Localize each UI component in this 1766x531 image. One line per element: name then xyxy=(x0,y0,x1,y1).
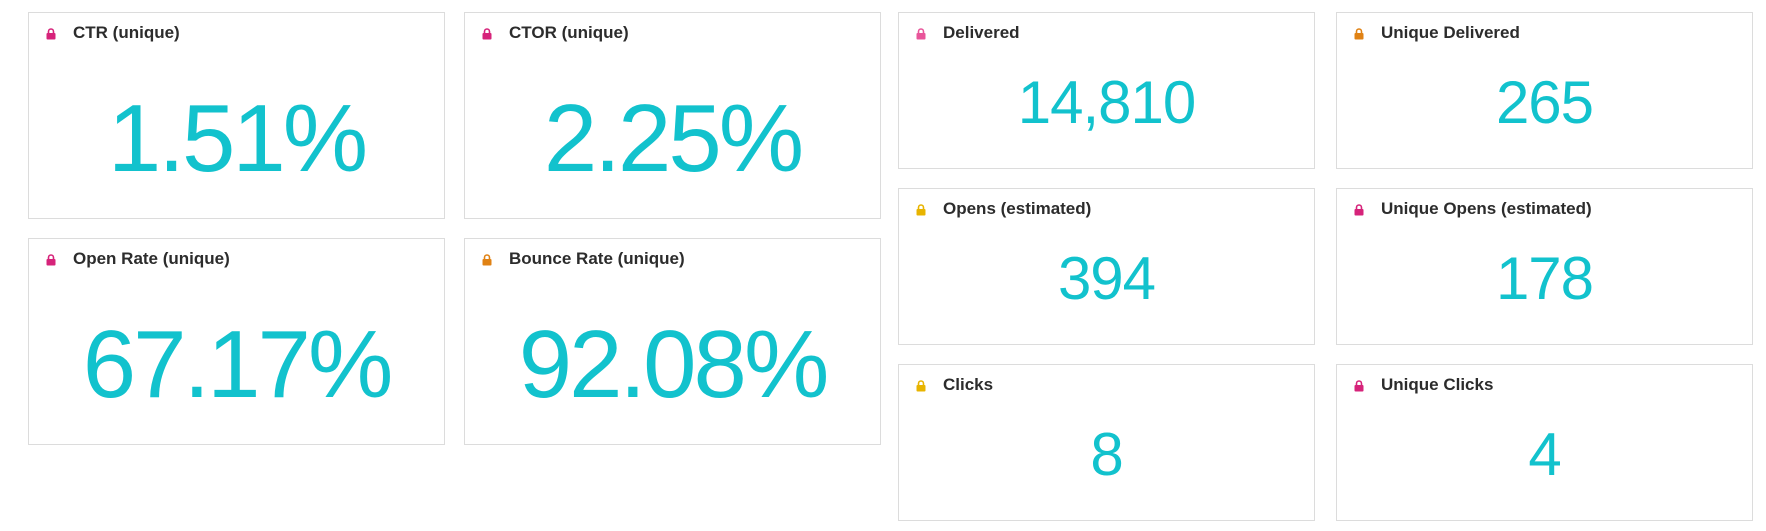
card-title: Bounce Rate (unique) xyxy=(509,249,685,268)
card-title: Opens (estimated) xyxy=(943,199,1092,218)
lock-icon xyxy=(1354,380,1364,392)
card-title: Unique Opens (estimated) xyxy=(1381,199,1592,218)
lock-icon xyxy=(916,380,926,392)
metric-card-unique-clicks[interactable]: Unique Clicks 4 xyxy=(1336,364,1753,521)
metric-value: 8 xyxy=(1090,421,1123,488)
metric-value: 178 xyxy=(1495,245,1594,312)
card-title: Clicks xyxy=(943,375,994,394)
metric-value: 14,810 xyxy=(1017,69,1197,136)
card-title: CTR (unique) xyxy=(73,23,180,42)
card-header: CTR (unique) xyxy=(29,13,444,51)
card-header: Open Rate (unique) xyxy=(29,239,444,277)
metric-card-clicks[interactable]: Clicks 8 xyxy=(898,364,1315,521)
lock-icon xyxy=(916,28,926,40)
metric-value: 4 xyxy=(1528,421,1561,488)
lock-icon xyxy=(482,28,492,40)
metric-card-opens[interactable]: Opens (estimated) 394 xyxy=(898,188,1315,345)
card-title: Delivered xyxy=(943,23,1020,42)
card-header: Delivered xyxy=(899,13,1314,51)
lock-icon xyxy=(1354,204,1364,216)
metric-card-delivered[interactable]: Delivered 14,810 xyxy=(898,12,1315,169)
card-header: Unique Clicks xyxy=(1337,365,1752,403)
card-header: Unique Opens (estimated) xyxy=(1337,189,1752,227)
metric-value: 2.25% xyxy=(543,85,804,192)
lock-icon xyxy=(46,254,56,266)
metric-value: 1.51% xyxy=(107,85,368,192)
card-header: Unique Delivered xyxy=(1337,13,1752,51)
card-header: Clicks xyxy=(899,365,1314,403)
metric-value: 92.08% xyxy=(518,311,830,418)
metric-card-bounce-rate[interactable]: Bounce Rate (unique) 92.08% xyxy=(464,238,881,445)
card-title: Unique Clicks xyxy=(1381,375,1494,394)
metric-value: 394 xyxy=(1057,245,1156,312)
card-header: Bounce Rate (unique) xyxy=(465,239,880,277)
lock-icon xyxy=(916,204,926,216)
metric-card-open-rate[interactable]: Open Rate (unique) 67.17% xyxy=(28,238,445,445)
metric-card-unique-delivered[interactable]: Unique Delivered 265 xyxy=(1336,12,1753,169)
metric-card-unique-opens[interactable]: Unique Opens (estimated) 178 xyxy=(1336,188,1753,345)
lock-icon xyxy=(482,254,492,266)
card-title: Open Rate (unique) xyxy=(73,249,230,268)
metric-card-ctr[interactable]: CTR (unique) 1.51% xyxy=(28,12,445,219)
card-title: CTOR (unique) xyxy=(509,23,629,42)
lock-icon xyxy=(46,28,56,40)
card-title: Unique Delivered xyxy=(1381,23,1520,42)
metric-value: 265 xyxy=(1495,69,1594,136)
metric-card-ctor[interactable]: CTOR (unique) 2.25% xyxy=(464,12,881,219)
metric-value: 67.17% xyxy=(82,311,394,418)
card-header: CTOR (unique) xyxy=(465,13,880,51)
lock-icon xyxy=(1354,28,1364,40)
card-header: Opens (estimated) xyxy=(899,189,1314,227)
